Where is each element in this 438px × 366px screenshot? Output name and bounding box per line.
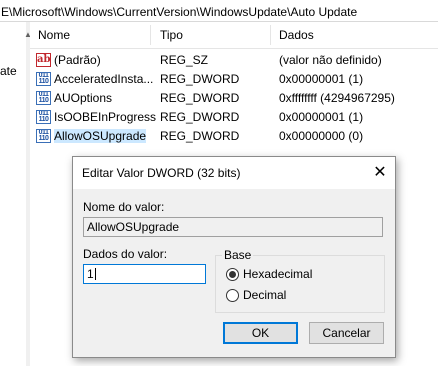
radio-hexadecimal-label[interactable]: Hexadecimal (243, 267, 312, 281)
list-header: Nome Tipo Dados (30, 22, 438, 49)
value-name: IsOOBEInProgress (54, 110, 157, 124)
dword-value-icon: 011 110 (36, 110, 51, 124)
value-type: REG_SZ (160, 53, 209, 67)
close-icon[interactable]: ✕ (365, 157, 395, 189)
radio-unchecked-icon[interactable] (226, 289, 239, 302)
column-header-data[interactable]: Dados (279, 22, 314, 48)
value-data-label: Dados do valor: (83, 247, 168, 261)
value-type: REG_DWORD (160, 91, 240, 105)
base-group-label: Base (222, 248, 254, 262)
list-item[interactable]: 011 110 AUOptions REG_DWORD 0xffffffff (4… (30, 89, 438, 108)
value-data: 0x00000000 (0) (279, 129, 364, 143)
value-name-label: Nome do valor: (83, 200, 165, 214)
ok-button[interactable]: OK (223, 322, 298, 344)
value-name-text: AllowOSUpgrade (87, 220, 180, 234)
value-data: 0x00000001 (1) (279, 72, 364, 86)
list-item[interactable]: 011 110 AcceleratedInsta... REG_DWORD 0x0… (30, 70, 438, 89)
column-divider[interactable] (150, 25, 151, 45)
column-divider[interactable] (270, 25, 271, 45)
value-data-input[interactable]: 1 (83, 264, 206, 284)
value-name: (Padrão) (54, 53, 101, 67)
list-item[interactable]: ab (Padrão) REG_SZ (valor não definido) (30, 51, 438, 70)
address-path: E\Microsoft\Windows\CurrentVersion\Windo… (1, 5, 358, 19)
value-name-field[interactable]: AllowOSUpgrade (83, 217, 383, 237)
value-type: REG_DWORD (160, 72, 240, 86)
radio-decimal-label[interactable]: Decimal (243, 288, 286, 302)
list-item-selected[interactable]: 011 110 AllowOSUpgrade REG_DWORD 0x000000… (30, 127, 438, 146)
tree-item-fragment[interactable]: ate (0, 64, 17, 78)
value-data: 0x00000001 (1) (279, 110, 364, 124)
string-value-icon: ab (36, 53, 51, 67)
dword-value-icon: 011 110 (36, 129, 51, 143)
value-type: REG_DWORD (160, 129, 240, 143)
dialog-title: Editar Valor DWORD (32 bits) (82, 166, 241, 180)
dword-value-icon: 011 110 (36, 91, 51, 105)
dialog-titlebar[interactable]: Editar Valor DWORD (32 bits) ✕ (73, 157, 395, 189)
column-header-name[interactable]: Nome (38, 22, 70, 48)
cancel-button[interactable]: Cancelar (309, 322, 384, 344)
address-bar[interactable]: E\Microsoft\Windows\CurrentVersion\Windo… (0, 0, 438, 22)
value-name: AUOptions (54, 91, 113, 105)
value-type: REG_DWORD (160, 110, 240, 124)
value-data: (valor não definido) (279, 53, 382, 67)
key-tree-pane[interactable]: ate (0, 22, 27, 366)
dword-value-icon: 011 110 (36, 72, 51, 86)
radio-checked-icon[interactable] (226, 268, 239, 281)
value-name: AcceleratedInsta... (54, 72, 154, 86)
value-data-text: 1 (87, 267, 94, 281)
value-data: 0xffffffff (4294967295) (279, 91, 395, 105)
base-group: Base Hexadecimal Decimal (215, 248, 385, 313)
column-header-type[interactable]: Tipo (160, 22, 183, 48)
list-item[interactable]: 011 110 IsOOBEInProgress REG_DWORD 0x0000… (30, 108, 438, 127)
text-caret (94, 268, 96, 280)
edit-dword-dialog: Editar Valor DWORD (32 bits) ✕ Nome do v… (72, 156, 396, 358)
value-name: AllowOSUpgrade (54, 129, 147, 143)
